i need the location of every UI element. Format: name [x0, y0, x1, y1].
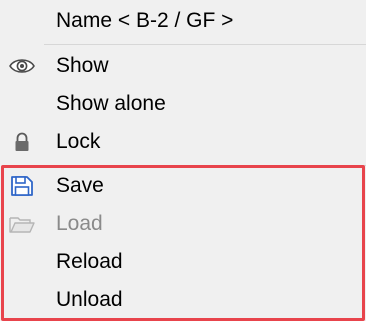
menu-item-label: Show alone [56, 92, 166, 115]
menu-item-lock[interactable]: Lock [0, 123, 366, 161]
menu-item-name[interactable]: Name < B-2 / GF > [0, 2, 366, 40]
menu-item-label: Unload [56, 288, 123, 311]
save-icon [8, 174, 36, 198]
menu-item-reload[interactable]: Reload [0, 243, 366, 281]
menu-separator [44, 44, 366, 45]
menu-item-label: Name < B-2 / GF > [56, 9, 234, 32]
menu-item-unload[interactable]: Unload [0, 281, 366, 319]
menu-item-show[interactable]: Show [0, 47, 366, 85]
folder-open-icon [8, 212, 36, 236]
menu-item-load: Load [0, 205, 366, 243]
menu-item-label: Reload [56, 250, 123, 273]
eye-icon [8, 54, 36, 78]
menu-item-show-alone[interactable]: Show alone [0, 85, 366, 123]
menu-item-save[interactable]: Save [0, 167, 366, 205]
menu-item-label: Lock [56, 130, 101, 153]
menu-separator [44, 165, 366, 166]
menu-item-label: Save [56, 174, 104, 197]
menu-item-label: Load [56, 212, 103, 235]
context-menu: Name < B-2 / GF > Show Show alone Lock S… [0, 0, 366, 321]
menu-item-label: Show [56, 54, 109, 77]
lock-icon [8, 130, 36, 154]
